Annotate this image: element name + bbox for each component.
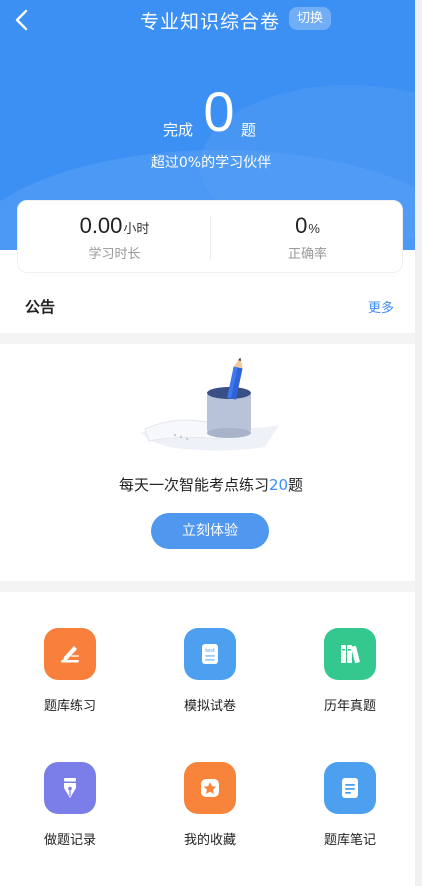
svg-text:test: test [205,648,215,654]
study-time-stat: 0.00小时 学习时长 [18,201,211,274]
feature-tile [44,628,96,680]
stats-card: 0.00小时 学习时长 0% 正确率 [17,200,403,273]
study-time-label: 学习时长 [88,247,141,262]
star-icon [201,779,219,797]
daily-practice-text: 每天一次智能考点练习20题 [0,474,422,495]
pen-paper-icon [61,646,79,663]
feature-practice-record[interactable]: 做题记录 [20,762,120,848]
feature-notes[interactable]: 题库笔记 [300,762,400,848]
note-icon [342,778,358,798]
beat-percent-text: 超过0%的学习伙伴 [150,155,272,171]
daily-count: 20 [268,476,289,494]
books-icon [341,645,360,664]
section-divider [0,333,422,344]
accuracy-stat: 0% 正确率 [211,201,404,274]
page-title: 专业知识综合卷 [140,11,281,33]
feature-label: 做题记录 [43,833,96,848]
study-time-value-row: 0.00小时 [18,213,211,239]
feature-tile [324,628,376,680]
feature-mock-exam[interactable]: test 模拟试卷 [160,628,260,714]
feature-tile: test [184,628,236,680]
accuracy-unit: % [308,221,320,236]
daily-text-before: 每天一次智能考点练习 [118,476,269,494]
scroll-edge [415,0,422,886]
study-time-unit: 小时 [123,221,150,236]
done-prefix: 完成 [163,121,194,139]
accuracy-value: 0 [295,213,308,238]
section-divider [0,581,422,592]
done-count: 0 [203,80,235,143]
feature-favorites[interactable]: 我的收藏 [160,762,260,848]
feature-question-bank[interactable]: 题库练习 [20,628,120,714]
try-now-button[interactable]: 立刻体验 [151,513,269,549]
switch-button[interactable]: 切换 [289,7,331,30]
feature-tile [184,762,236,814]
pencil-cup-illustration [135,355,285,455]
feature-past-papers[interactable]: 历年真题 [300,628,400,714]
feature-label: 模拟试卷 [183,699,236,714]
feature-label: 题库笔记 [323,833,376,848]
feature-label: 我的收藏 [183,833,236,848]
feature-tile [44,762,96,814]
test-paper-icon: test [202,644,218,664]
notice-title: 公告 [25,298,56,316]
accuracy-label: 正确率 [287,247,327,262]
chevron-left-icon [15,9,28,31]
back-button[interactable] [10,8,40,34]
study-time-value: 0.00 [79,213,123,238]
feature-tile [324,762,376,814]
done-suffix: 题 [241,121,257,139]
notice-more-link[interactable]: 更多 [368,297,394,316]
fountain-pen-icon [64,778,76,798]
feature-label: 题库练习 [43,699,96,714]
daily-text-after: 题 [288,476,304,494]
feature-label: 历年真题 [323,699,376,714]
accuracy-value-row: 0% [211,213,404,239]
